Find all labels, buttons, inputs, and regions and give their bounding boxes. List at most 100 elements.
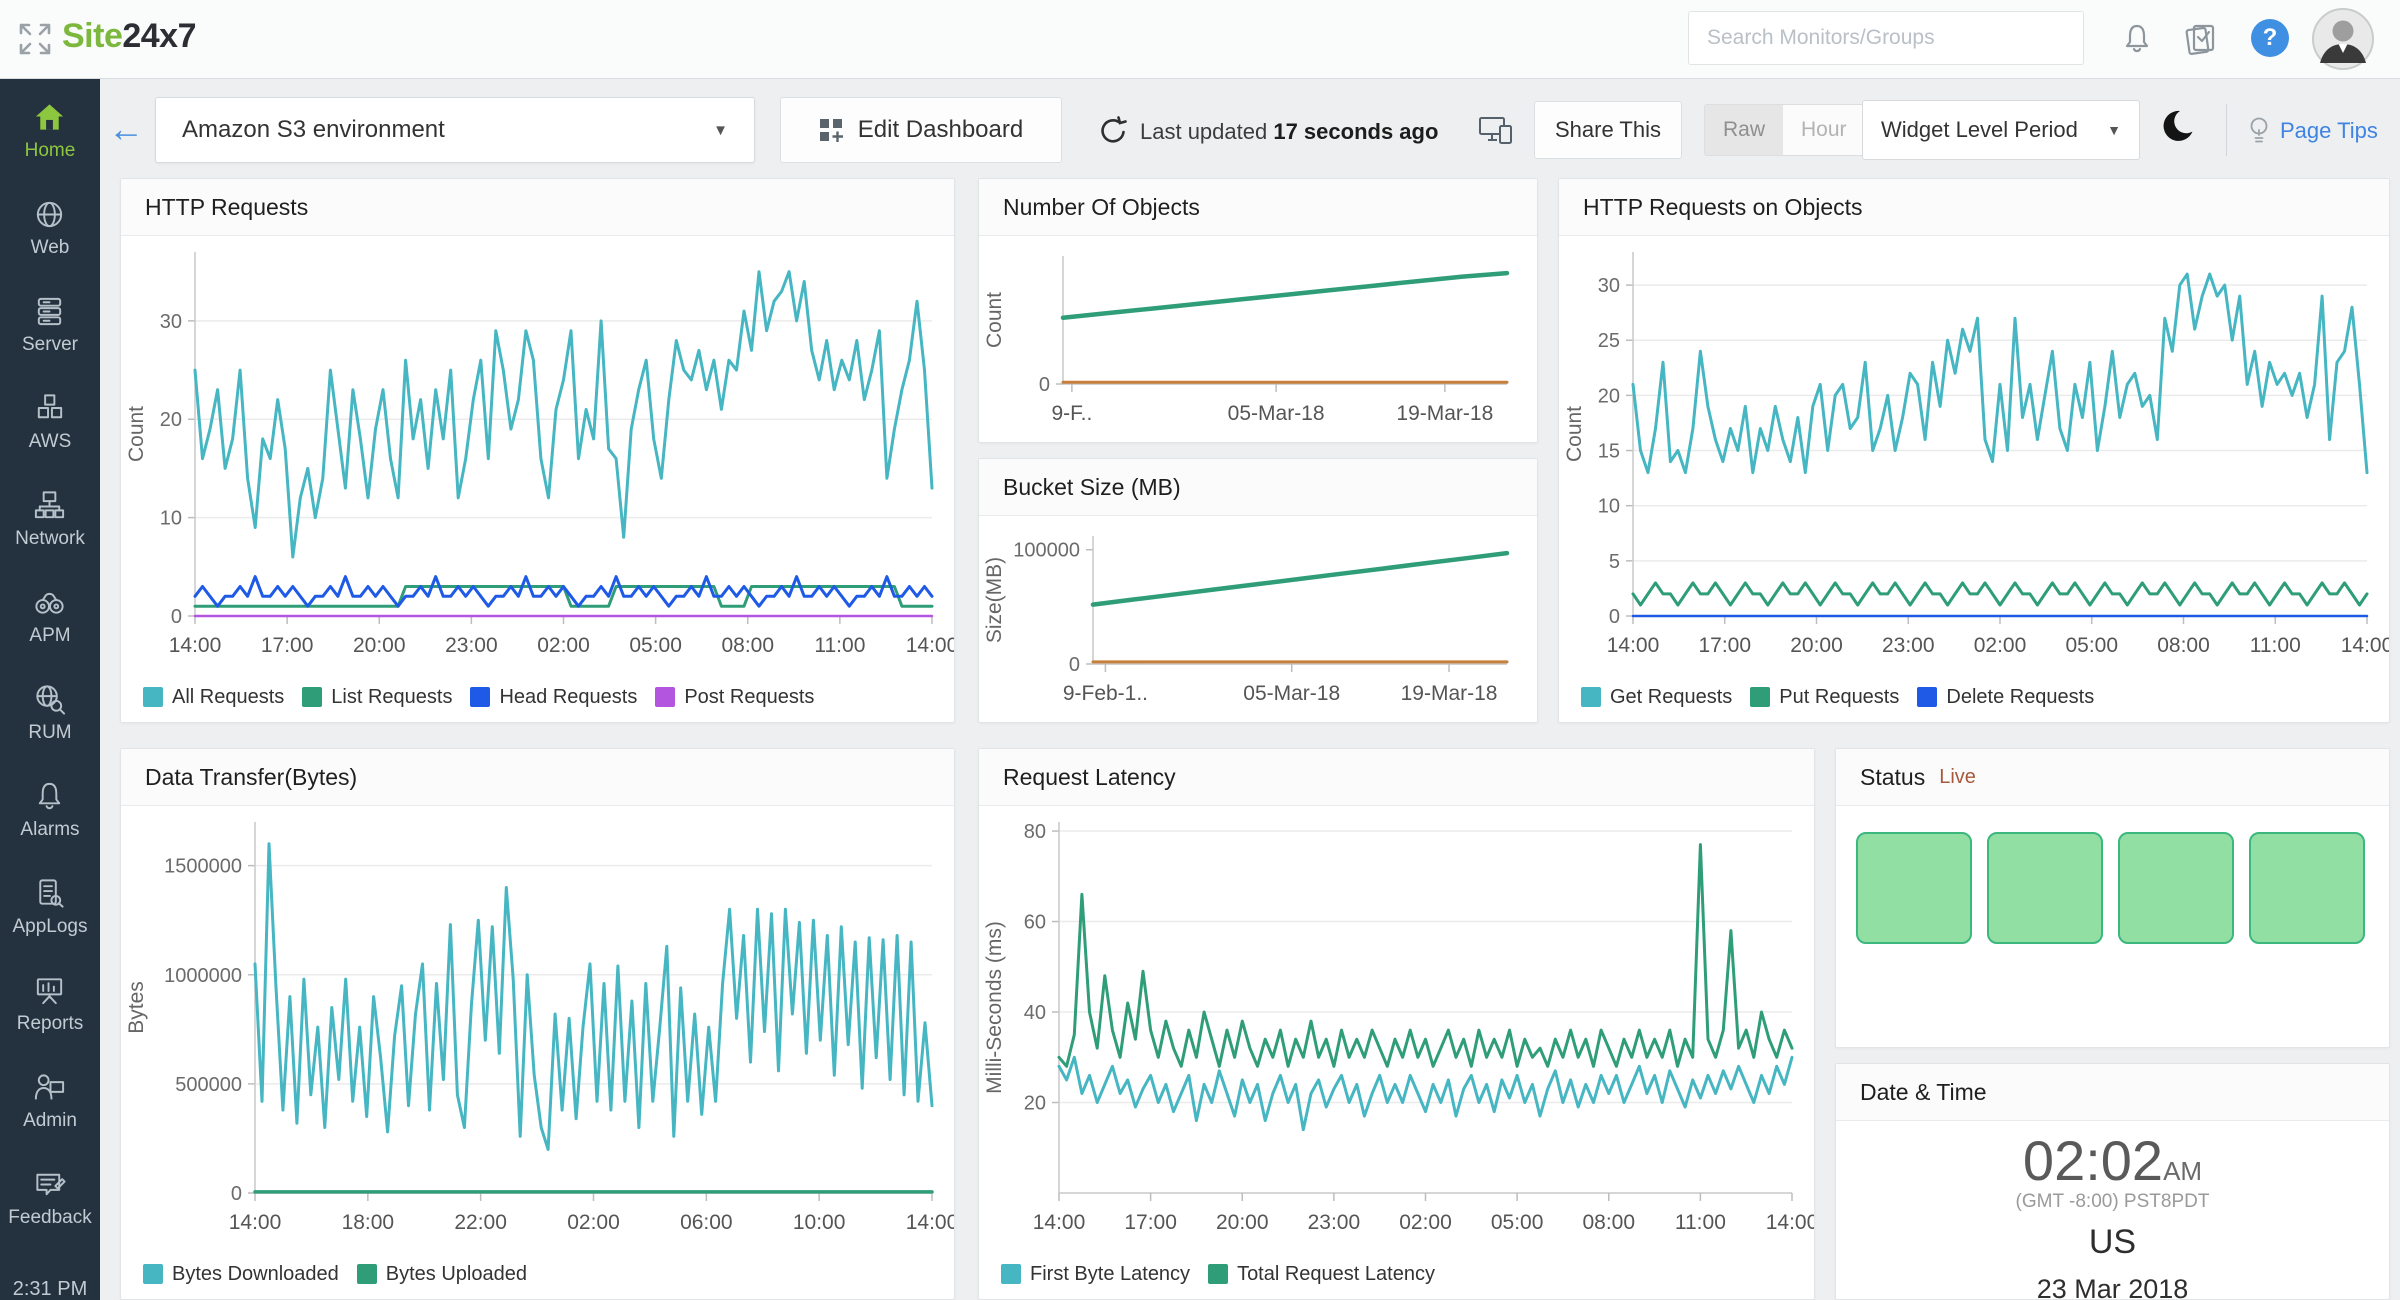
night-mode-moon-icon[interactable] <box>2160 108 2198 148</box>
legend-item[interactable]: Bytes Downloaded <box>143 1263 339 1286</box>
data-transfer-chart[interactable]: 05000001000000150000014:0018:0022:0002:0… <box>121 806 954 1249</box>
share-this-button[interactable]: Share This <box>1534 101 1682 159</box>
toggle-raw[interactable]: Raw <box>1705 105 1783 155</box>
search-input[interactable] <box>1688 11 2084 65</box>
edit-dashboard-button[interactable]: Edit Dashboard <box>780 97 1062 163</box>
sidebar-item-server[interactable]: Server <box>22 294 78 356</box>
legend-item[interactable]: Get Requests <box>1581 686 1732 709</box>
panel-header: Data Transfer(Bytes) <box>121 749 954 806</box>
reports-icon <box>32 973 67 1008</box>
legend-swatch <box>1581 687 1601 707</box>
dashboard-selector[interactable]: Amazon S3 environment ▼ <box>155 97 755 163</box>
svg-text:20:00: 20:00 <box>1790 634 1843 657</box>
svg-text:100000: 100000 <box>1013 540 1080 562</box>
sidebar-item-aws[interactable]: AWS <box>29 391 72 453</box>
svg-text:30: 30 <box>1598 275 1620 297</box>
http-requests-chart[interactable]: 010203014:0017:0020:0023:0002:0005:0008:… <box>121 236 954 672</box>
number-of-objects-chart[interactable]: 09-F..05-Mar-1819-Mar-18Count <box>979 236 1537 442</box>
sidebar-feedback-slot: Feedback <box>8 1167 91 1264</box>
notifications-bell-icon[interactable] <box>2118 20 2156 58</box>
svg-text:05-Mar-18: 05-Mar-18 <box>1228 402 1325 425</box>
status-square[interactable] <box>2249 832 2365 944</box>
sidebar-item-label: Reports <box>17 1013 84 1035</box>
legend-item[interactable]: Total Request Latency <box>1208 1263 1435 1286</box>
http-requests-on-objects-chart[interactable]: 05101520253014:0017:0020:0023:0002:0005:… <box>1559 236 2389 672</box>
status-square[interactable] <box>2118 832 2234 944</box>
sidebar-item-label: AWS <box>29 431 72 453</box>
sidebar: Home Web Server AWS Network APM RUM Alarms AppLo… <box>0 78 100 1300</box>
svg-text:0: 0 <box>1609 606 1620 628</box>
sidebar-item-label: Web <box>31 237 70 259</box>
legend-item[interactable]: Head Requests <box>470 686 637 709</box>
sidebar-item-web[interactable]: Web <box>31 197 70 259</box>
tasks-icon[interactable] <box>2182 20 2220 58</box>
svg-text:08:00: 08:00 <box>2157 634 2210 657</box>
legend-item[interactable]: Bytes Uploaded <box>357 1263 527 1286</box>
svg-text:11:00: 11:00 <box>2250 634 2301 657</box>
sidebar-item-home[interactable]: Home <box>25 100 76 162</box>
admin-icon <box>32 1070 67 1105</box>
svg-text:0: 0 <box>231 1183 242 1205</box>
svg-text:05:00: 05:00 <box>2065 634 2118 657</box>
legend-swatch <box>302 687 322 707</box>
legend-item[interactable]: List Requests <box>302 686 452 709</box>
help-icon[interactable]: ? <box>2251 19 2289 57</box>
sidebar-item-label: Feedback <box>8 1207 91 1229</box>
legend-item[interactable]: Post Requests <box>655 686 814 709</box>
svg-text:22:00: 22:00 <box>454 1211 507 1234</box>
svg-text:30: 30 <box>160 311 182 333</box>
svg-text:9-F..: 9-F.. <box>1051 402 1092 425</box>
sidebar-item-admin[interactable]: Admin <box>23 1070 77 1132</box>
sidebar-item-applogs[interactable]: AppLogs <box>12 876 87 938</box>
page-tips[interactable]: Page Tips <box>2246 116 2378 146</box>
sidebar-item-reports[interactable]: Reports <box>17 973 84 1035</box>
sidebar-item-label: AppLogs <box>12 916 87 938</box>
svg-text:0: 0 <box>171 606 182 628</box>
status-square[interactable] <box>1856 832 1972 944</box>
expand-icon[interactable] <box>16 20 54 58</box>
sidebar-item-rum[interactable]: RUM <box>28 682 71 744</box>
svg-text:60: 60 <box>1024 912 1046 934</box>
sidebar-item-feedback[interactable]: Feedback <box>8 1167 91 1229</box>
panel-http-requests-on-objects: HTTP Requests on Objects 05101520253014:… <box>1558 178 2390 723</box>
sidebar-item-network[interactable]: Network <box>15 488 85 550</box>
svg-text:Bytes: Bytes <box>125 981 148 1034</box>
sidebar-item-alarms[interactable]: Alarms <box>20 779 79 841</box>
legend-item[interactable]: All Requests <box>143 686 284 709</box>
panel-title: Status <box>1860 764 1925 791</box>
back-arrow[interactable]: ← <box>108 108 144 150</box>
svg-text:10: 10 <box>160 508 182 530</box>
legend-swatch <box>1750 687 1770 707</box>
legend-label: Total Request Latency <box>1237 1263 1435 1286</box>
panel-header: Request Latency <box>979 749 1814 806</box>
legend-item[interactable]: Delete Requests <box>1917 686 2094 709</box>
svg-text:23:00: 23:00 <box>1308 1211 1361 1234</box>
refresh-icon[interactable] <box>1098 116 1128 146</box>
panel-date-time: Date & Time 02:02AM (GMT -8:00) PST8PDT … <box>1835 1063 2390 1300</box>
legend-label: All Requests <box>172 686 284 709</box>
legend-item[interactable]: Put Requests <box>1750 686 1899 709</box>
panel-number-of-objects: Number Of Objects 09-F..05-Mar-1819-Mar-… <box>978 178 1538 443</box>
bucket-size-chart[interactable]: 01000009-Feb-1..05-Mar-1819-Mar-18Size(M… <box>979 516 1537 722</box>
svg-text:14:00: 14:00 <box>2341 634 2389 657</box>
panel-status: Status Live <box>1835 748 2390 1048</box>
toggle-hour[interactable]: Hour <box>1783 105 1865 155</box>
devices-icon[interactable] <box>1478 114 1514 148</box>
chart-svg: 05101520253014:0017:0020:0023:0002:0005:… <box>1559 236 2389 672</box>
server-icon <box>32 294 67 329</box>
svg-text:02:00: 02:00 <box>537 634 590 657</box>
sidebar-item-apm[interactable]: APM <box>29 585 70 647</box>
request-latency-chart[interactable]: 2040608014:0017:0020:0023:0002:0005:0008… <box>979 806 1814 1249</box>
legend-label: Bytes Uploaded <box>386 1263 527 1286</box>
bell-icon <box>32 779 67 814</box>
status-square[interactable] <box>1987 832 2103 944</box>
user-avatar[interactable] <box>2311 7 2375 71</box>
legend-swatch <box>143 1264 163 1284</box>
svg-text:02:00: 02:00 <box>567 1211 620 1234</box>
svg-text:1500000: 1500000 <box>164 856 242 878</box>
share-this-label: Share This <box>1555 117 1661 143</box>
svg-text:0: 0 <box>1069 654 1080 676</box>
widget-level-period-select[interactable]: Widget Level Period ▼ <box>1862 100 2140 160</box>
legend-item[interactable]: First Byte Latency <box>1001 1263 1190 1286</box>
svg-text:20: 20 <box>1598 385 1620 407</box>
